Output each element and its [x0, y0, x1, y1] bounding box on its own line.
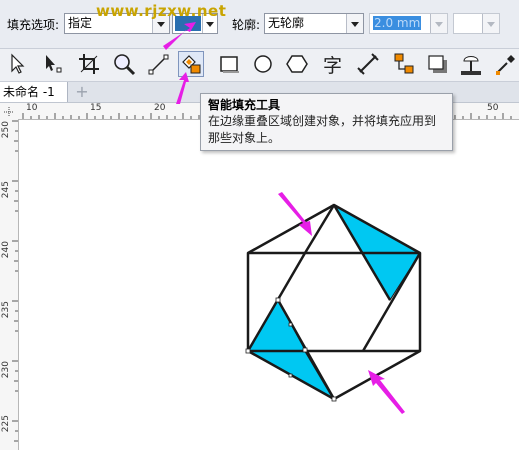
watermark: www.rjzxw.net	[96, 2, 227, 20]
outline-color-picker[interactable]	[453, 13, 500, 34]
h-ruler-label: 10	[26, 103, 38, 113]
fill-option-value: 指定	[68, 16, 93, 30]
shape-tool-icon[interactable]	[40, 51, 66, 77]
outline-label: 轮廓:	[232, 18, 261, 32]
v-ruler-label: 230	[1, 361, 11, 379]
v-ruler-label: 245	[1, 181, 11, 199]
zoom-tool-icon[interactable]	[111, 51, 137, 77]
drop-shadow-tool-icon[interactable]	[425, 51, 451, 77]
document-tab[interactable]: 未命名 -1	[0, 82, 68, 102]
chevron-down-icon	[430, 14, 447, 33]
chevron-down-icon	[346, 14, 363, 33]
smart-fill-tool-icon[interactable]	[178, 51, 204, 77]
outline-width-value: 2.0 mm	[373, 16, 422, 30]
svg-text:字: 字	[323, 55, 342, 77]
transparency-tool-icon[interactable]	[458, 51, 484, 77]
vertical-ruler[interactable]: 250 245 240 235 230 225	[0, 119, 19, 450]
v-ruler-label: 225	[1, 415, 11, 433]
h-ruler-label: 20	[154, 103, 166, 113]
v-ruler-label: 240	[1, 241, 11, 259]
h-ruler-label: 15	[90, 103, 102, 113]
pick-tool-icon[interactable]	[5, 51, 31, 77]
chevron-down-icon	[482, 14, 499, 33]
add-tab-button[interactable]: +	[74, 84, 90, 100]
toolbox: 字	[0, 49, 519, 82]
ruler-origin[interactable]	[0, 103, 19, 120]
drawing-canvas[interactable]	[19, 120, 519, 450]
h-ruler-label: 50	[487, 103, 499, 113]
outline-dropdown[interactable]: 无轮廓	[264, 13, 364, 34]
freehand-tool-icon[interactable]	[146, 51, 172, 77]
text-tool-icon[interactable]: 字	[320, 51, 346, 77]
property-bar: 填充选项: 指定 轮廓: 无轮廓 2.0 mm	[0, 0, 519, 49]
polygon-tool-icon[interactable]	[284, 51, 310, 77]
eyedropper-tool-icon[interactable]	[493, 51, 519, 77]
tooltip: 智能填充工具 在边缘重叠区域创建对象，并将填充应用到那些对象上。	[200, 93, 453, 151]
outline-value: 无轮廓	[268, 16, 305, 30]
tooltip-title: 智能填充工具	[208, 98, 281, 112]
outline-width-dropdown[interactable]: 2.0 mm	[369, 13, 448, 34]
v-ruler-label: 235	[1, 301, 11, 319]
rectangle-tool-icon[interactable]	[216, 51, 242, 77]
ellipse-tool-icon[interactable]	[250, 51, 276, 77]
tooltip-description: 在边缘重叠区域创建对象，并将填充应用到那些对象上。	[208, 114, 437, 145]
crop-tool-icon[interactable]	[76, 51, 102, 77]
v-ruler-label: 250	[1, 121, 11, 139]
fill-option-label: 填充选项:	[7, 18, 60, 32]
connector-tool-icon[interactable]	[391, 51, 417, 77]
dimension-tool-icon[interactable]	[355, 51, 381, 77]
